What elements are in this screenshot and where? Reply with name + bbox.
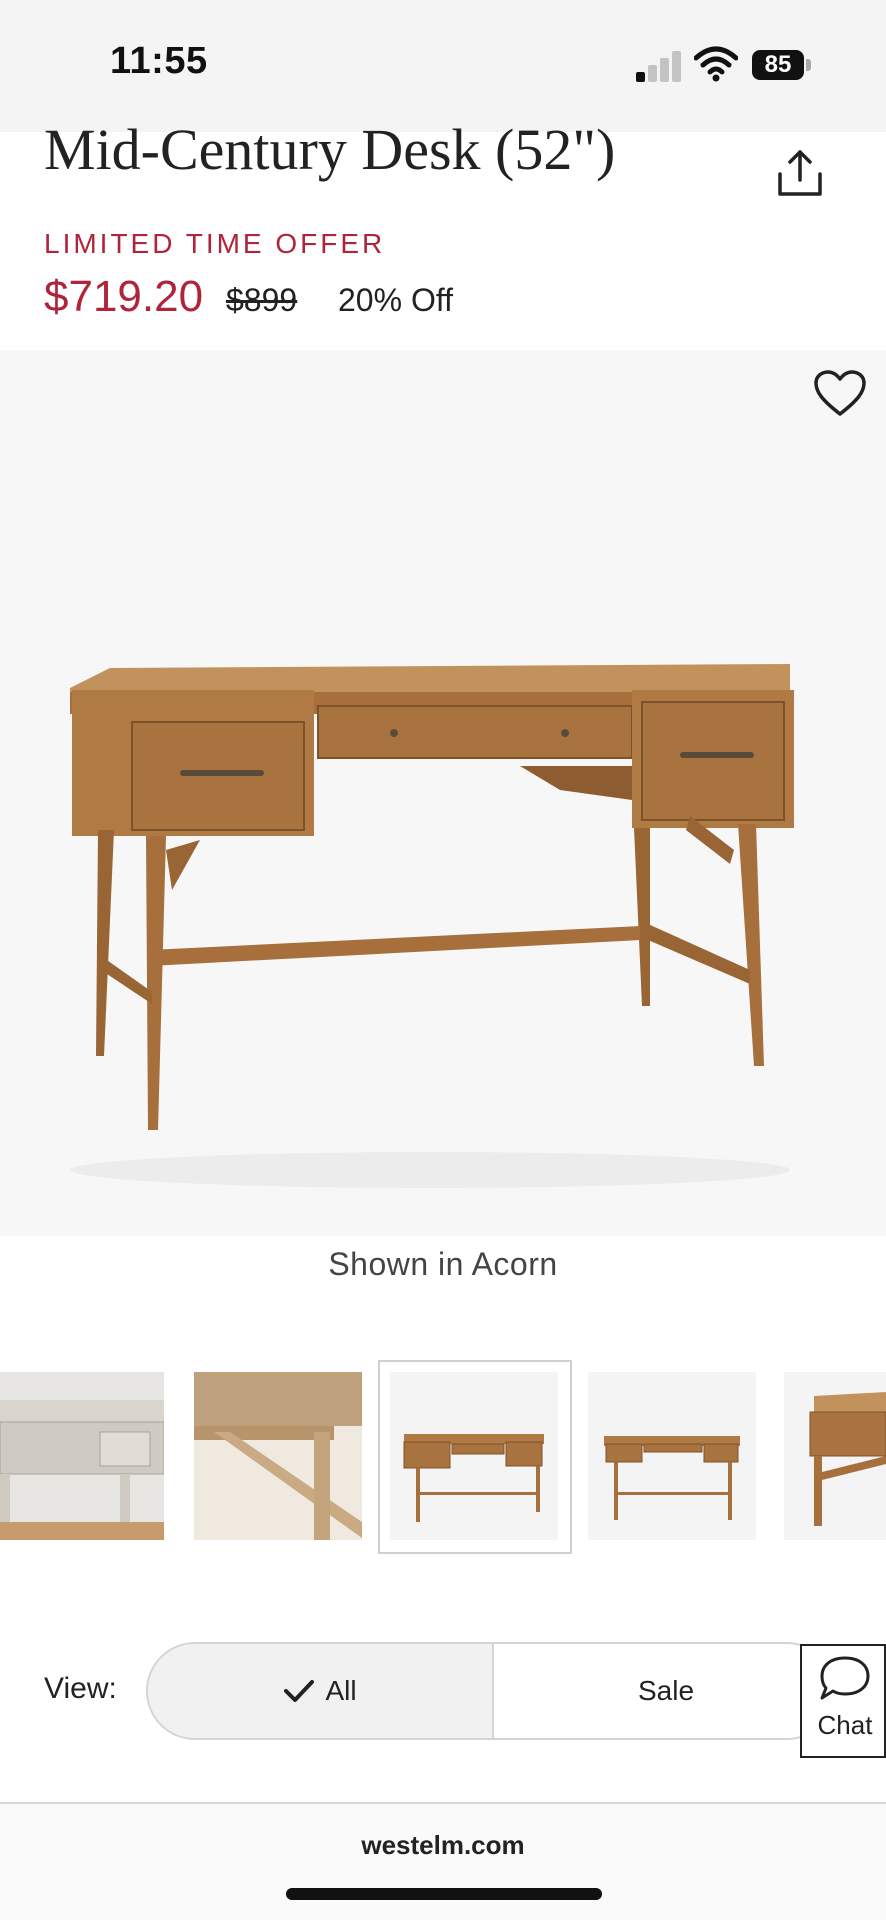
thumbnail-4[interactable] (588, 1372, 756, 1540)
product-title: Mid-Century Desk (52") (44, 118, 616, 182)
browser-bottom-bar (0, 1804, 886, 1920)
heart-icon[interactable] (812, 368, 868, 420)
checkmark-icon (284, 1680, 315, 1702)
color-caption: Shown in Acorn (328, 1246, 558, 1282)
chat-label: Chat (817, 1710, 873, 1740)
thumbnail-1[interactable] (0, 1372, 164, 1540)
wifi-icon (694, 46, 738, 82)
limited-offer-label: LIMITED TIME OFFER (44, 228, 386, 259)
chat-button[interactable]: Chat (800, 1644, 886, 1758)
url-label[interactable]: westelm.com (0, 1830, 886, 1861)
status-time: 11:55 (110, 40, 208, 82)
status-bar: 11:55 85 (0, 0, 886, 132)
share-icon[interactable] (774, 148, 826, 198)
view-all-label: All (325, 1675, 357, 1706)
product-image[interactable] (0, 350, 886, 1236)
view-all-button[interactable]: All (148, 1644, 494, 1738)
thumbnail-3[interactable] (390, 1372, 558, 1540)
original-price: $899 (226, 282, 298, 318)
desk-illustration (70, 664, 794, 1188)
thumbnail-2[interactable] (194, 1372, 362, 1540)
battery-cap (806, 59, 811, 71)
view-label: View: (44, 1672, 117, 1705)
sale-price: $719.20 (44, 272, 204, 321)
discount-label: 20% Off (338, 282, 454, 318)
signal-icon (636, 50, 682, 82)
chat-bubble-icon (820, 1656, 870, 1700)
battery-icon: 85 (752, 50, 804, 80)
view-sale-label: Sale (637, 1675, 695, 1706)
home-indicator[interactable] (286, 1888, 602, 1900)
view-sale-button[interactable]: Sale (494, 1644, 834, 1738)
thumbnail-5[interactable] (784, 1372, 886, 1540)
view-toggle: All Sale (146, 1642, 836, 1740)
